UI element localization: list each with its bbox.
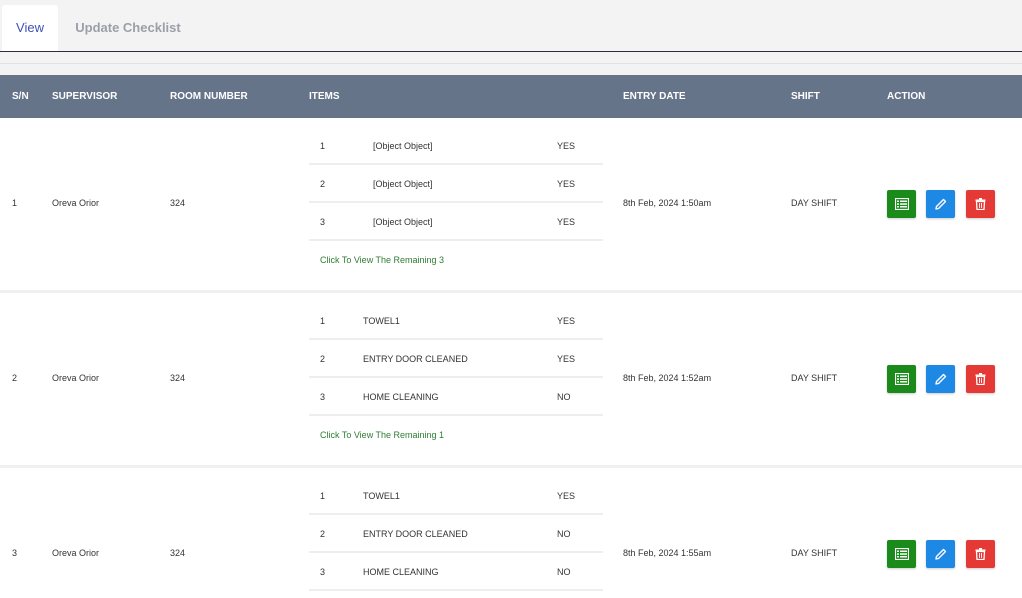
table-row: 3 Oreva Orior 324 1 TOWEL1 YES 2 ENTRY D… [0,468,1022,598]
list-item: 2 ENTRY DOOR CLEANED NO [309,515,603,553]
item-name: ENTRY DOOR CLEANED [363,354,468,364]
item-number: 1 [320,491,326,501]
cell-entry-date: 8th Feb, 2024 1:55am [623,548,712,558]
cell-room-number: 324 [170,198,186,208]
item-value: NO [557,567,571,577]
cell-sn: 2 [12,373,18,383]
list-item: 1 TOWEL1 YES [309,477,603,515]
list-item: 3 HOME CLEANING NO [309,378,603,416]
view-button[interactable] [887,190,916,218]
item-value: NO [557,529,571,539]
edit-button[interactable] [926,190,955,218]
divider [0,63,1022,64]
list-icon [894,373,909,385]
cell-sn: 3 [12,548,18,558]
view-remaining-link[interactable]: Click To View The Remaining 1 [320,430,444,440]
item-name: ENTRY DOOR CLEANED [363,529,468,539]
view-remaining-link[interactable]: Click To View The Remaining 3 [320,255,444,265]
pencil-icon [934,198,946,210]
item-name: HOME CLEANING [363,392,439,402]
cell-shift: DAY SHIFT [791,373,838,383]
tab-update-checklist[interactable]: Update Checklist [64,5,192,51]
trash-icon [975,198,986,210]
cell-entry-date: 8th Feb, 2024 1:52am [623,373,712,383]
cell-room-number: 324 [170,548,186,558]
pencil-icon [934,373,946,385]
delete-button[interactable] [966,190,995,218]
item-name: HOME CLEANING [363,567,439,577]
header-items: ITEMS [309,91,340,102]
item-value: YES [557,141,576,151]
header-supervisor: SUPERVISOR [52,91,118,102]
item-number: 2 [320,179,326,189]
cell-room-number: 324 [170,373,186,383]
list-item: 2 ENTRY DOOR CLEANED YES [309,340,603,378]
cell-shift: DAY SHIFT [791,548,838,558]
item-number: 3 [320,392,326,402]
item-number: 1 [320,141,326,151]
table-row: 2 Oreva Orior 324 1 TOWEL1 YES 2 ENTRY D… [0,293,1022,465]
item-number: 2 [320,354,326,364]
cell-sn: 1 [12,198,18,208]
item-number: 1 [320,316,326,326]
delete-button[interactable] [966,365,995,393]
list-item: 3 [Object Object] YES [309,203,603,241]
item-name: [Object Object] [373,217,433,227]
item-name: TOWEL1 [363,491,400,501]
list-item: 2 [Object Object] YES [309,165,603,203]
list-item: 3 HOME CLEANING NO [309,553,603,591]
view-button[interactable] [887,365,916,393]
cell-shift: DAY SHIFT [791,198,838,208]
list-item: 1 TOWEL1 YES [309,302,603,340]
header-shift: SHIFT [791,91,820,102]
cell-entry-date: 8th Feb, 2024 1:50am [623,198,712,208]
cell-supervisor: Oreva Orior [52,373,100,383]
item-name: [Object Object] [373,179,433,189]
header-action: ACTION [887,91,926,102]
item-number: 2 [320,529,326,539]
delete-button[interactable] [966,540,995,568]
item-value: YES [557,491,576,501]
header-entry-date: ENTRY DATE [623,91,686,102]
item-value: YES [557,179,576,189]
item-number: 3 [320,567,326,577]
pencil-icon [934,548,946,560]
table-header: S/N SUPERVISOR ROOM NUMBER ITEMS ENTRY D… [0,75,1022,118]
item-value: YES [557,316,576,326]
tab-bar: View Update Checklist [0,0,1022,52]
list-icon [894,548,909,560]
table-row: 1 Oreva Orior 324 1 [Object Object] YES … [0,118,1022,291]
item-number: 3 [320,217,326,227]
tab-view[interactable]: View [2,5,58,51]
item-name: [Object Object] [373,141,433,151]
item-value: YES [557,217,576,227]
item-name: TOWEL1 [363,316,400,326]
item-value: NO [557,392,571,402]
cell-supervisor: Oreva Orior [52,198,100,208]
list-icon [894,198,909,210]
header-sn: S/N [12,91,29,102]
trash-icon [975,548,986,560]
item-value: YES [557,354,576,364]
list-item: 1 [Object Object] YES [309,127,603,165]
header-room-number: ROOM NUMBER [170,91,248,102]
edit-button[interactable] [926,365,955,393]
edit-button[interactable] [926,540,955,568]
view-button[interactable] [887,540,916,568]
trash-icon [975,373,986,385]
cell-supervisor: Oreva Orior [52,548,100,558]
